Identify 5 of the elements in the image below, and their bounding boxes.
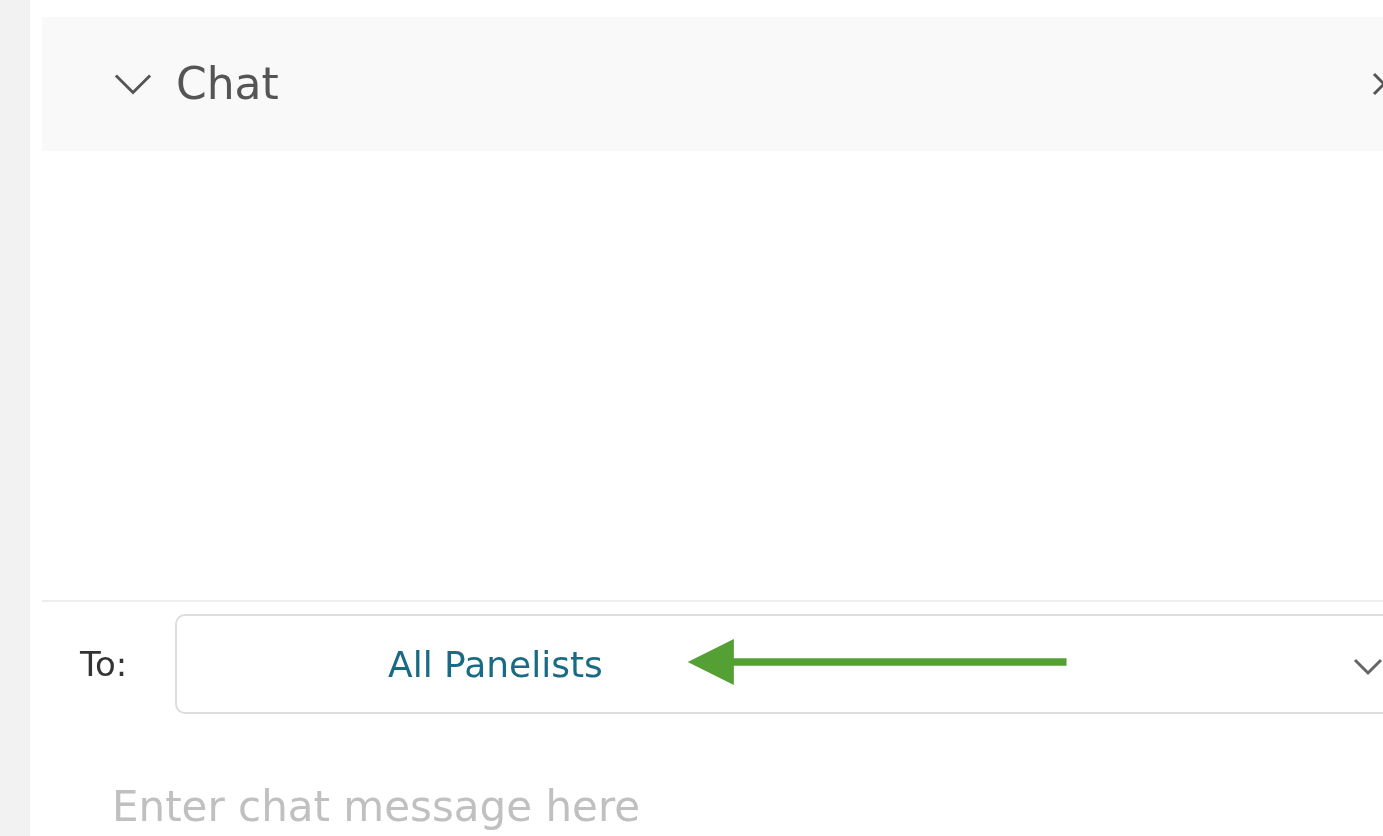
message-input[interactable]: Enter chat message here: [112, 776, 1012, 836]
recipient-dropdown[interactable]: All Panelists: [175, 614, 1383, 715]
caret-icon: [1353, 658, 1383, 677]
to-label: To:: [79, 644, 129, 685]
panel-title: Chat: [176, 58, 279, 110]
